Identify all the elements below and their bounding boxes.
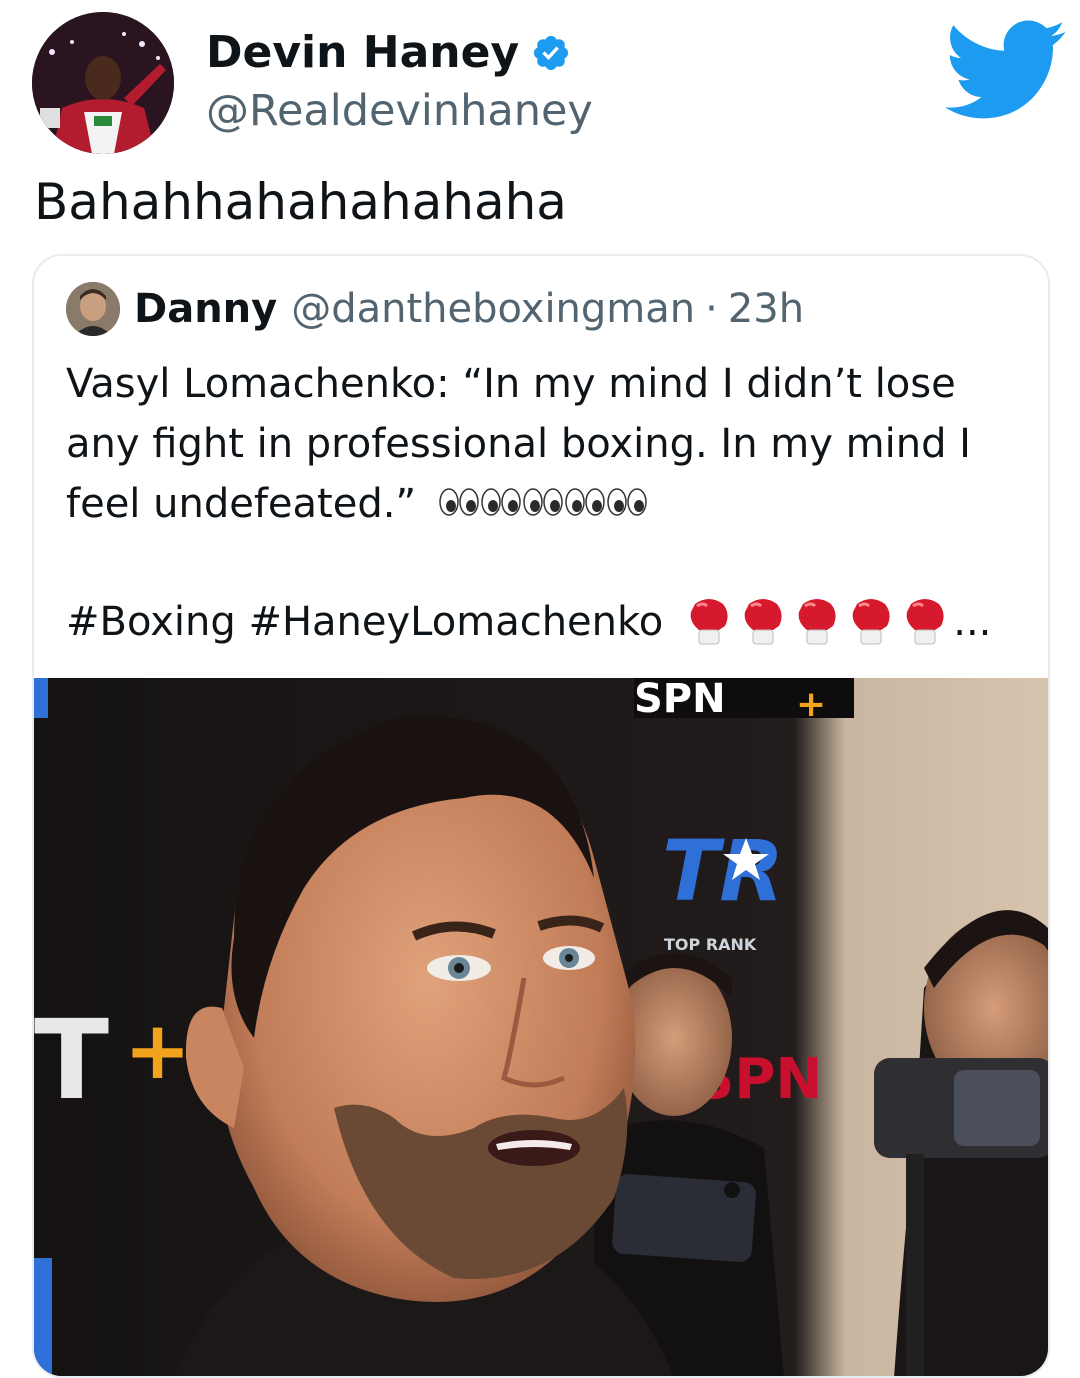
separator-dot: ·	[705, 286, 718, 332]
hashtags[interactable]: #Boxing #HaneyLomachenko	[66, 599, 663, 645]
author-handle[interactable]: @Realdevinhaney	[206, 84, 593, 138]
quoted-tweet-text: Vasyl Lomachenko: “In my mind I didn’t l…	[66, 354, 1026, 536]
interview-photo: SPN + TR TOP RANK SPN T +	[34, 678, 1048, 1376]
tweet-text: Bahahhahahahahaha	[34, 173, 567, 231]
svg-text:T: T	[34, 996, 109, 1124]
svg-text:+: +	[124, 1004, 191, 1097]
quoted-author-avatar[interactable]	[66, 282, 120, 336]
eyes-emoji-group	[439, 476, 651, 536]
boxing-glove-emoji-icon	[690, 599, 728, 645]
eyes-emoji-icon	[439, 488, 647, 516]
truncation-ellipsis: ...	[953, 599, 992, 645]
boxing-glove-emoji-icon	[906, 599, 944, 645]
svg-text:SPN: SPN	[634, 678, 726, 722]
svg-text:+: +	[796, 684, 826, 725]
boxing-glove-emoji-icon	[852, 599, 890, 645]
quoted-tweet-card[interactable]: Danny @dantheboxingman · 23h Vasyl Lomac…	[32, 254, 1050, 1378]
top-rank-logo-text: TR	[662, 822, 784, 920]
quoted-tweet-media[interactable]: SPN + TR TOP RANK SPN T +	[34, 678, 1048, 1376]
top-rank-logo-caption: TOP RANK	[664, 935, 757, 954]
author-avatar-image	[32, 12, 174, 154]
author-name[interactable]: Devin Haney	[206, 26, 519, 80]
quoted-tweet-header: Danny @dantheboxingman · 23h	[66, 282, 804, 336]
boxing-glove-emoji-icon	[798, 599, 836, 645]
verified-badge-icon	[534, 35, 569, 71]
quoted-author-name[interactable]: Danny	[134, 286, 277, 332]
quoted-author-avatar-image	[66, 282, 120, 336]
author-name-row[interactable]: Devin Haney	[206, 26, 571, 80]
quoted-tweet-hashtags-row: #Boxing #HaneyLomachenko ...	[66, 596, 991, 648]
quoted-author-handle[interactable]: @dantheboxingman	[291, 286, 695, 332]
twitter-bird-icon	[944, 20, 1066, 119]
quoted-tweet-time[interactable]: 23h	[728, 286, 804, 332]
author-avatar[interactable]	[32, 12, 174, 154]
boxing-glove-emoji-icon	[744, 599, 782, 645]
